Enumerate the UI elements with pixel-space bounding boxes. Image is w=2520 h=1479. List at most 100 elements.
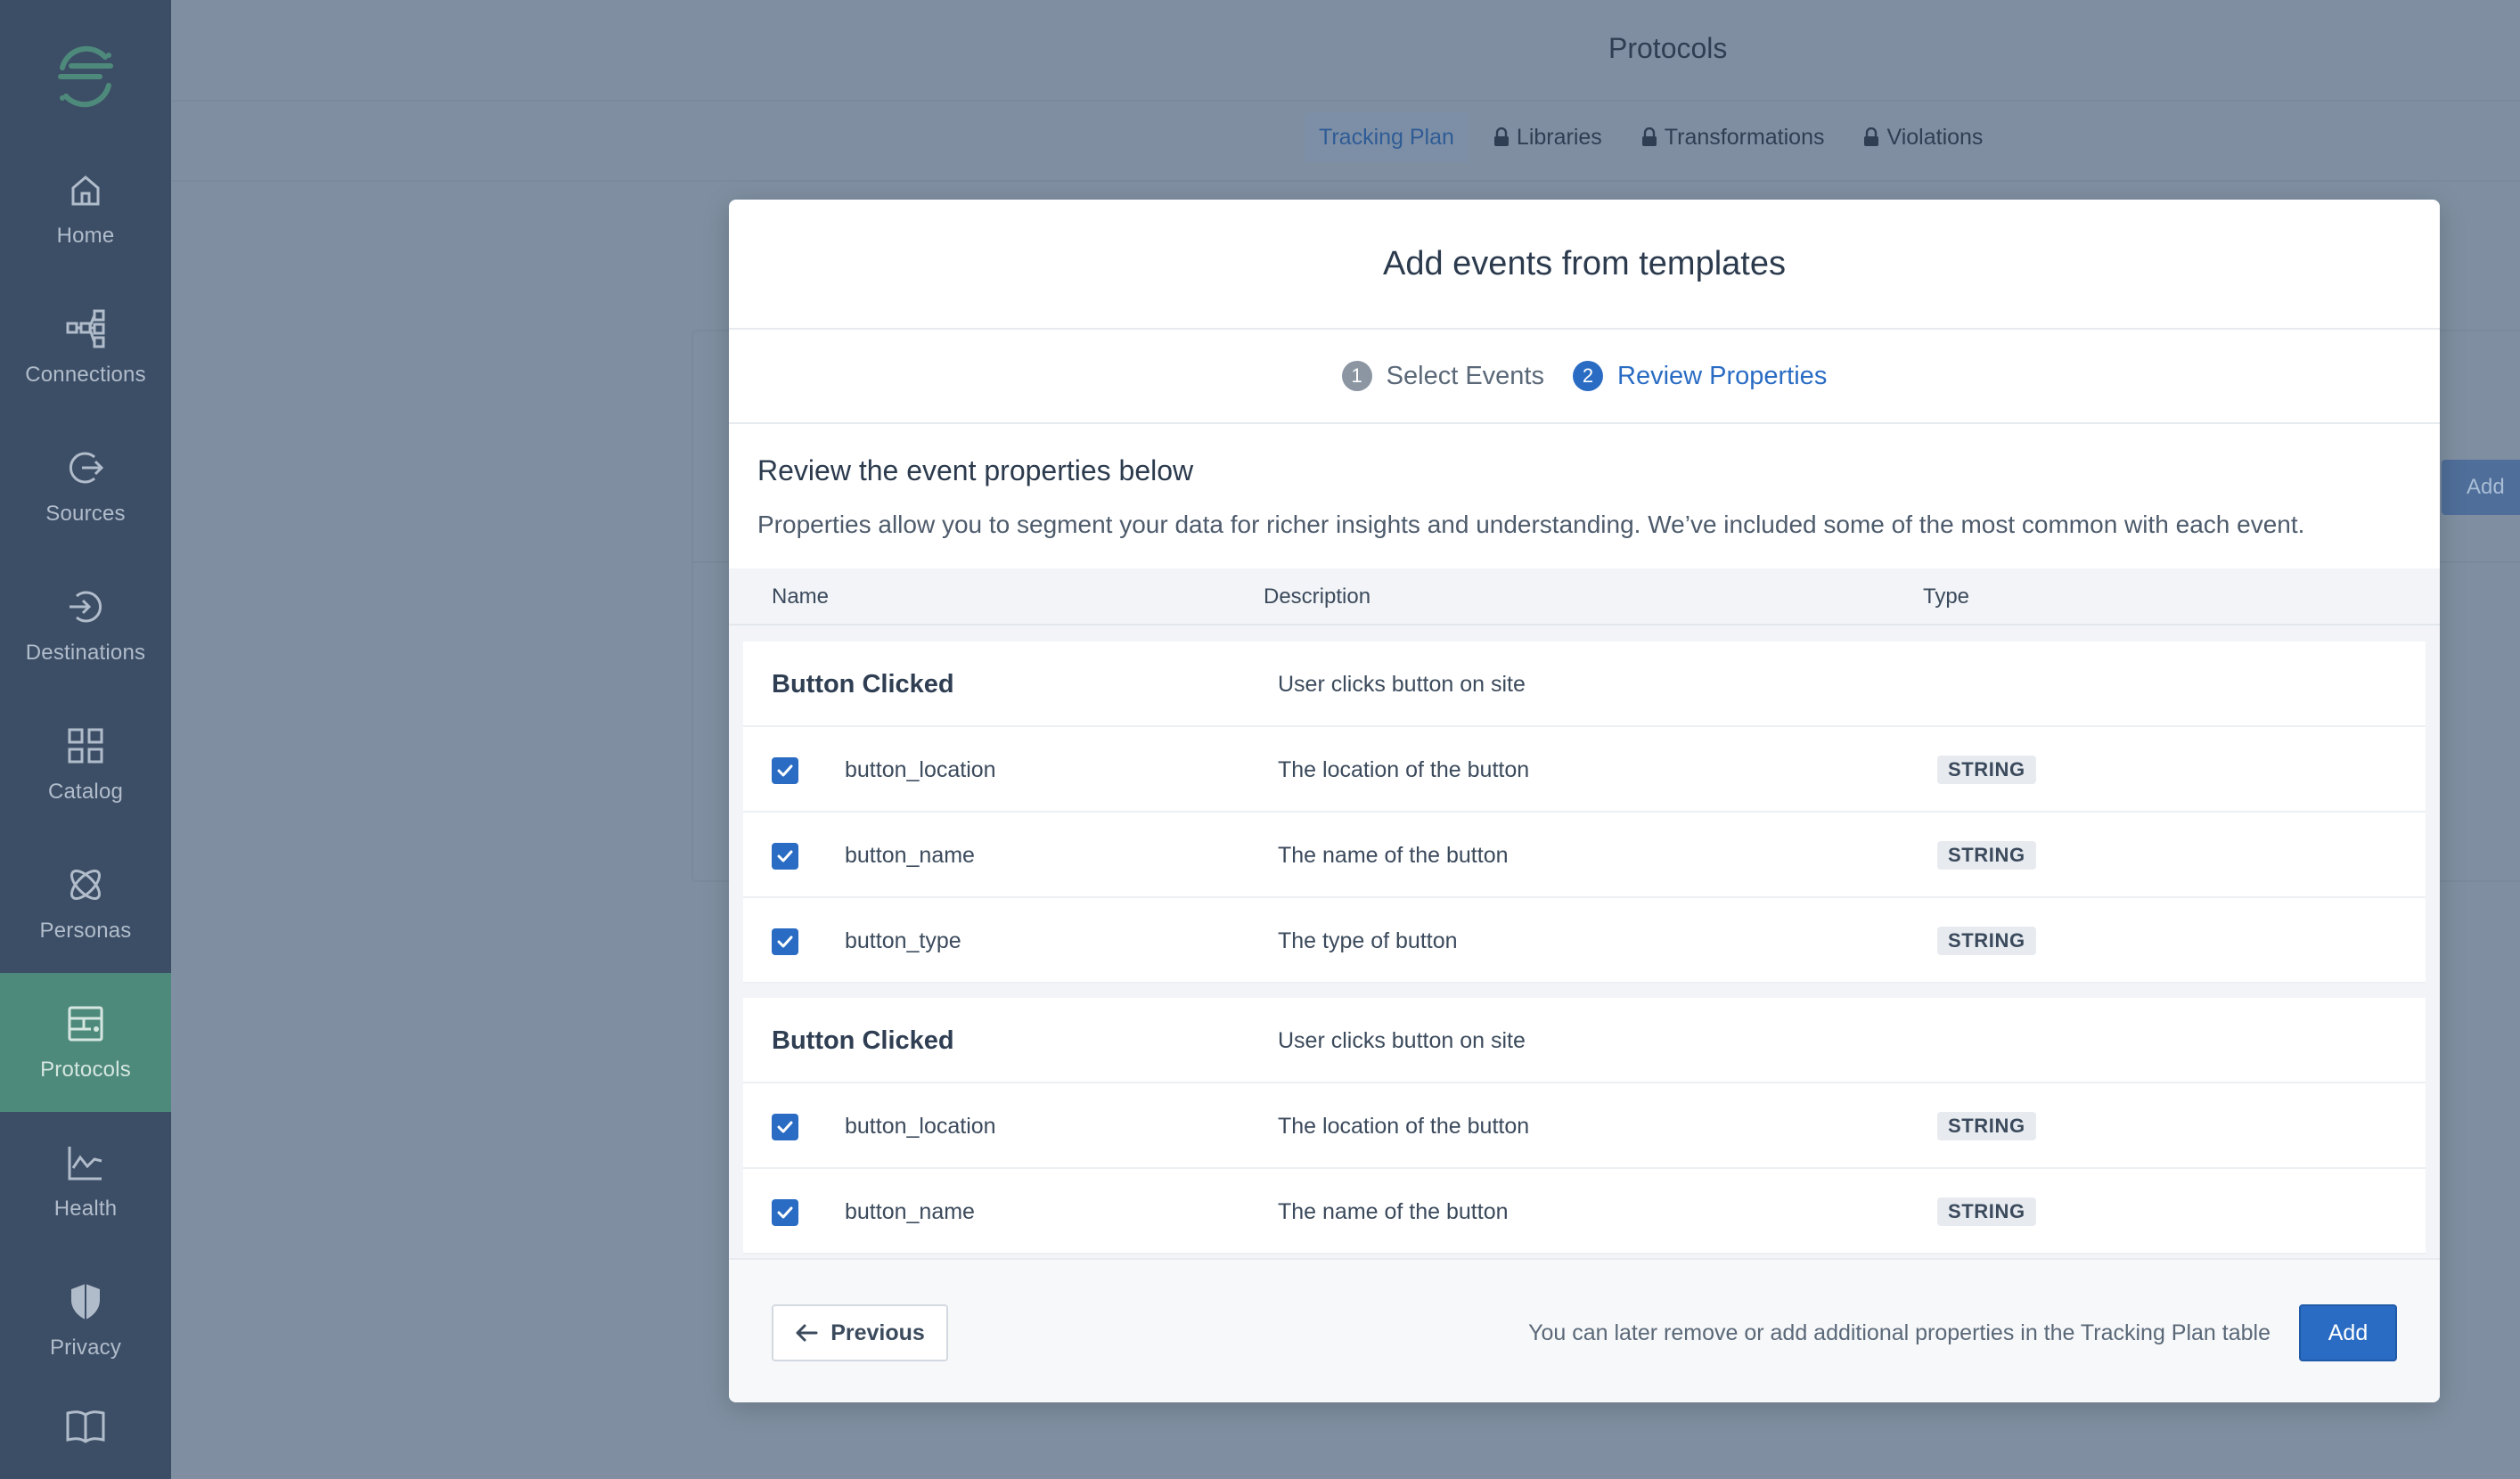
tabs: Tracking Plan Libraries Transformations … <box>1305 112 1997 162</box>
sidebar-item-label: Personas <box>39 919 132 943</box>
tab-libraries[interactable]: Libraries <box>1479 112 1616 162</box>
sidebar-item-catalog[interactable]: Catalog <box>0 695 171 834</box>
lock-icon <box>1493 127 1509 146</box>
step-number: 1 <box>1341 361 1372 391</box>
column-header-name: Name <box>772 584 830 609</box>
type-badge: STRING <box>1937 1197 2036 1226</box>
sidebar-item-label: Protocols <box>40 1058 131 1082</box>
step-number: 2 <box>1573 361 1603 391</box>
sidebar-item-label: Connections <box>25 363 146 387</box>
sidebar-item-label: Catalog <box>47 780 124 804</box>
protocols-icon <box>68 1006 103 1042</box>
property-description: The location of the button <box>1278 1113 1530 1139</box>
step-label: Review Properties <box>1617 361 1828 390</box>
tab-label: Violations <box>1886 124 1984 150</box>
step-review-properties[interactable]: 2 Review Properties <box>1573 361 1827 391</box>
property-name: button_type <box>845 927 961 953</box>
type-badge: STRING <box>1937 927 2036 955</box>
property-name: button_name <box>845 842 975 868</box>
property-checkbox[interactable] <box>772 1199 798 1226</box>
lock-icon <box>1641 127 1657 146</box>
sources-icon <box>69 452 104 484</box>
segment-logo-icon[interactable] <box>50 41 121 112</box>
property-row: button_location The location of the butt… <box>743 727 2426 813</box>
sidebar-item-health[interactable]: Health <box>0 1112 171 1251</box>
stepper: 1 Select Events 2 Review Properties <box>729 330 2440 424</box>
event-group: Button Clicked User clicks button on sit… <box>743 641 2426 984</box>
event-group: Button Clicked User clicks button on sit… <box>743 998 2426 1254</box>
checkmark-icon <box>777 850 793 862</box>
tab-tracking-plan[interactable]: Tracking Plan <box>1305 112 1469 162</box>
connections-icon <box>66 309 105 348</box>
sidebar-item-sources[interactable]: Sources <box>0 417 171 556</box>
sidebar-item-privacy[interactable]: Privacy <box>0 1251 171 1390</box>
intro-description: Properties allow you to segment your dat… <box>757 511 2305 538</box>
tab-label: Libraries <box>1516 124 1602 150</box>
add-button[interactable]: Add <box>2299 1304 2397 1361</box>
button-label: Add <box>2467 475 2505 499</box>
footer-note: You can later remove or add additional p… <box>1528 1320 2270 1345</box>
tab-violations[interactable]: Violations <box>1849 112 1997 162</box>
property-name: button_location <box>845 756 996 782</box>
tabs-divider <box>171 180 2520 182</box>
step-select-events[interactable]: 1 Select Events <box>1341 361 1544 391</box>
page-header <box>171 0 2520 102</box>
type-badge: STRING <box>1937 756 2036 784</box>
property-row: button_name The name of the button STRIN… <box>743 813 2426 898</box>
table-header: Name Description Type <box>729 568 2440 625</box>
checkmark-icon <box>777 1121 793 1133</box>
event-name: Button Clicked <box>772 669 954 699</box>
property-checkbox[interactable] <box>772 843 798 870</box>
arrow-left-icon <box>796 1324 818 1342</box>
property-row: button_location The location of the butt… <box>743 1083 2426 1169</box>
sidebar-item-protocols[interactable]: Protocols <box>0 973 171 1112</box>
type-badge: STRING <box>1937 841 2036 870</box>
property-checkbox[interactable] <box>772 1114 798 1140</box>
sidebar-item-label: Sources <box>45 502 126 526</box>
sidebar-item-connections[interactable]: Connections <box>0 278 171 417</box>
tab-label: Transformations <box>1664 124 1825 150</box>
checkmark-icon <box>777 936 793 948</box>
docs-book-icon <box>66 1410 105 1443</box>
sidebar-item-label: Health <box>53 1197 118 1221</box>
sidebar-item-destinations[interactable]: Destinations <box>0 556 171 695</box>
property-name: button_location <box>845 1113 996 1139</box>
health-icon <box>68 1147 102 1181</box>
checkmark-icon <box>777 764 793 777</box>
checkmark-icon <box>777 1206 793 1219</box>
property-checkbox[interactable] <box>772 757 798 784</box>
previous-button[interactable]: Previous <box>772 1304 948 1361</box>
step-label: Select Events <box>1386 361 1544 390</box>
modal-footer: Previous You can later remove or add add… <box>729 1258 2440 1402</box>
properties-table[interactable]: Name Description Type Button Clicked Use… <box>729 568 2440 1258</box>
sidebar-item-label: Privacy <box>49 1336 122 1360</box>
sidebar-item-home[interactable]: Home <box>0 139 171 278</box>
column-header-type: Type <box>1923 584 1970 609</box>
event-name: Button Clicked <box>772 1025 954 1055</box>
modal-title: Add events from templates <box>729 200 2440 330</box>
event-row: Button Clicked User clicks button on sit… <box>743 998 2426 1083</box>
personas-icon <box>70 869 102 901</box>
property-description: The type of button <box>1278 927 1458 953</box>
catalog-icon <box>68 728 103 764</box>
button-label: Previous <box>830 1320 925 1345</box>
lock-icon <box>1864 127 1879 146</box>
intro-title: Review the event properties below <box>757 454 1194 486</box>
property-row: button_name The name of the button STRIN… <box>743 1169 2426 1254</box>
property-name: button_name <box>845 1198 975 1224</box>
sidebar-item-label: Destinations <box>25 641 146 665</box>
destinations-icon <box>70 591 102 623</box>
event-row: Button Clicked User clicks button on sit… <box>743 641 2426 727</box>
background-add-button[interactable]: Add <box>2442 460 2520 515</box>
property-checkbox[interactable] <box>772 928 798 955</box>
page-title: Protocols <box>1608 32 1728 64</box>
sidebar-item-personas[interactable]: Personas <box>0 834 171 973</box>
sidebar-item-docs[interactable] <box>0 1390 171 1479</box>
home-icon <box>71 176 100 206</box>
sidebar-item-label: Home <box>56 224 115 248</box>
tab-transformations[interactable]: Transformations <box>1627 112 1839 162</box>
tab-label: Tracking Plan <box>1319 124 1454 150</box>
button-label: Add <box>2328 1320 2369 1345</box>
property-description: The name of the button <box>1278 842 1509 868</box>
property-description: The location of the button <box>1278 756 1530 782</box>
